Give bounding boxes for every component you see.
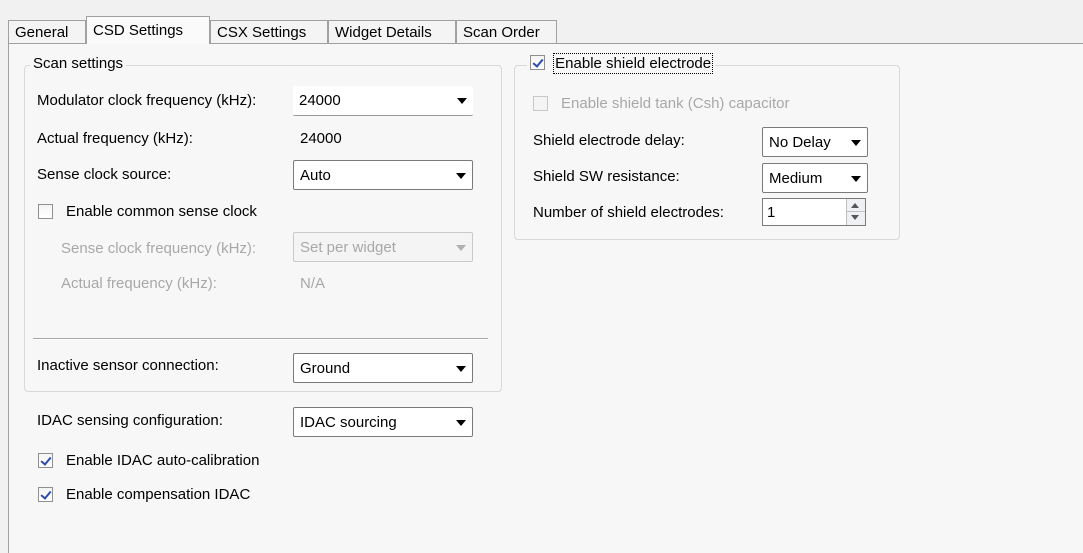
divider	[33, 338, 488, 340]
shield-sw-resistance-label: Shield SW resistance:	[533, 168, 680, 185]
sense-clock-frequency-label: Sense clock frequency (kHz):	[61, 240, 257, 257]
chevron-down-icon	[456, 420, 466, 426]
shield-delay-value: No Delay	[769, 134, 831, 151]
shield-tank-label: Enable shield tank (Csh) capacitor	[561, 95, 790, 112]
chevron-down-icon	[851, 140, 861, 146]
modulator-clock-value: 24000	[299, 92, 341, 109]
shield-delay-label: Shield electrode delay:	[533, 132, 685, 149]
tab-csx-settings[interactable]: CSX Settings	[210, 20, 328, 43]
actual-frequency-2-value: N/A	[300, 275, 326, 292]
tab-strip: General CSD Settings CSX Settings Widget…	[8, 14, 1083, 44]
shield-count-value: 1	[767, 204, 776, 221]
sense-clock-frequency-value: Set per widget	[300, 239, 396, 256]
enable-shield-checkbox[interactable]	[530, 55, 545, 70]
arrow-up-icon[interactable]	[851, 203, 859, 208]
sense-clock-frequency-combo[interactable]: Set per widget	[293, 232, 473, 262]
arrow-down-icon[interactable]	[851, 215, 859, 220]
tab-csd-settings[interactable]: CSD Settings	[86, 16, 210, 44]
sense-clock-source-label: Sense clock source:	[37, 166, 172, 183]
actual-frequency-value: 24000	[300, 130, 342, 147]
shield-count-label: Number of shield electrodes:	[533, 204, 724, 221]
chevron-down-icon	[456, 245, 466, 251]
spin-buttons[interactable]	[846, 199, 865, 225]
modulator-clock-combo[interactable]: 24000	[293, 86, 473, 116]
sense-clock-source-combo[interactable]: Auto	[293, 160, 473, 190]
idac-config-combo[interactable]: IDAC sourcing	[293, 407, 473, 437]
common-sense-clock-label[interactable]: Enable common sense clock	[66, 203, 257, 220]
chevron-down-icon	[851, 176, 861, 182]
actual-frequency-label: Actual frequency (kHz):	[37, 130, 193, 147]
common-sense-clock-checkbox[interactable]	[38, 204, 53, 219]
shield-sw-resistance-combo[interactable]: Medium	[762, 163, 868, 193]
idac-config-label: IDAC sensing configuration:	[37, 412, 223, 429]
shield-tank-checkbox[interactable]	[533, 96, 548, 111]
shield-delay-combo[interactable]: No Delay	[762, 127, 868, 157]
scan-settings-legend: Scan settings	[30, 55, 127, 72]
compensation-idac-label[interactable]: Enable compensation IDAC	[66, 486, 250, 503]
actual-frequency-2-label: Actual frequency (kHz):	[61, 275, 217, 292]
tab-general[interactable]: General	[8, 20, 86, 43]
sense-clock-source-value: Auto	[300, 167, 331, 184]
shield-sw-resistance-value: Medium	[769, 170, 823, 187]
tab-scan-order[interactable]: Scan Order	[456, 20, 557, 43]
chevron-down-icon	[456, 173, 466, 179]
inactive-sensor-combo[interactable]: Ground	[293, 353, 473, 383]
chevron-down-icon	[456, 366, 466, 372]
modulator-clock-label: Modulator clock frequency (kHz):	[37, 92, 257, 109]
chevron-down-icon	[457, 98, 467, 104]
inactive-sensor-label: Inactive sensor connection:	[37, 357, 219, 374]
inactive-sensor-value: Ground	[300, 360, 351, 377]
idac-auto-calibration-checkbox[interactable]	[38, 453, 53, 468]
compensation-idac-checkbox[interactable]	[38, 487, 53, 502]
idac-auto-calibration-label[interactable]: Enable IDAC auto-calibration	[66, 452, 259, 469]
shield-legend: Enable shield electrode	[527, 53, 716, 74]
enable-shield-label[interactable]: Enable shield electrode	[553, 53, 714, 74]
spin-divider	[847, 211, 865, 212]
idac-config-value: IDAC sourcing	[300, 414, 397, 431]
shield-count-spinbox[interactable]: 1	[762, 198, 866, 226]
tab-widget-details[interactable]: Widget Details	[328, 20, 456, 43]
